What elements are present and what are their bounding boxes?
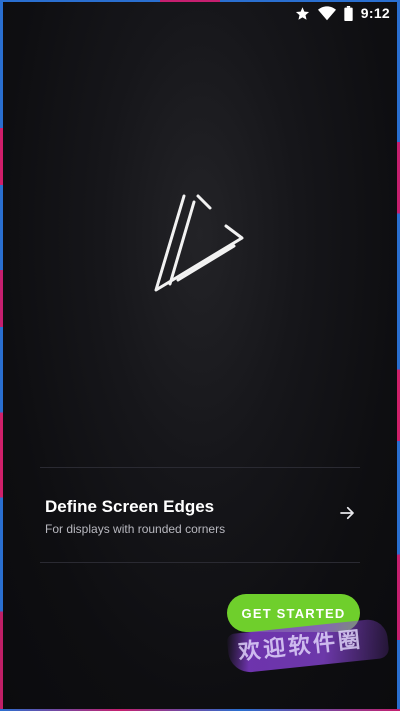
arrow-right-icon [340,506,354,520]
divider-bottom [40,562,360,563]
edge-glow-left [0,0,3,711]
triangle-play-logo [154,194,244,292]
option-subtitle: For displays with rounded corners [45,522,226,536]
wifi-icon [317,5,336,21]
star-icon [295,6,310,21]
watermark: 欢迎软件圈 [226,606,390,696]
battery-icon [344,5,353,21]
onboarding-screen: 9:12 Define Screen Edges For displays wi… [0,0,400,711]
status-bar: 9:12 [0,0,400,26]
option-title: Define Screen Edges [45,497,215,516]
status-time: 9:12 [360,5,390,21]
define-screen-edges-option[interactable]: Define Screen Edges For displays with ro… [40,468,360,562]
